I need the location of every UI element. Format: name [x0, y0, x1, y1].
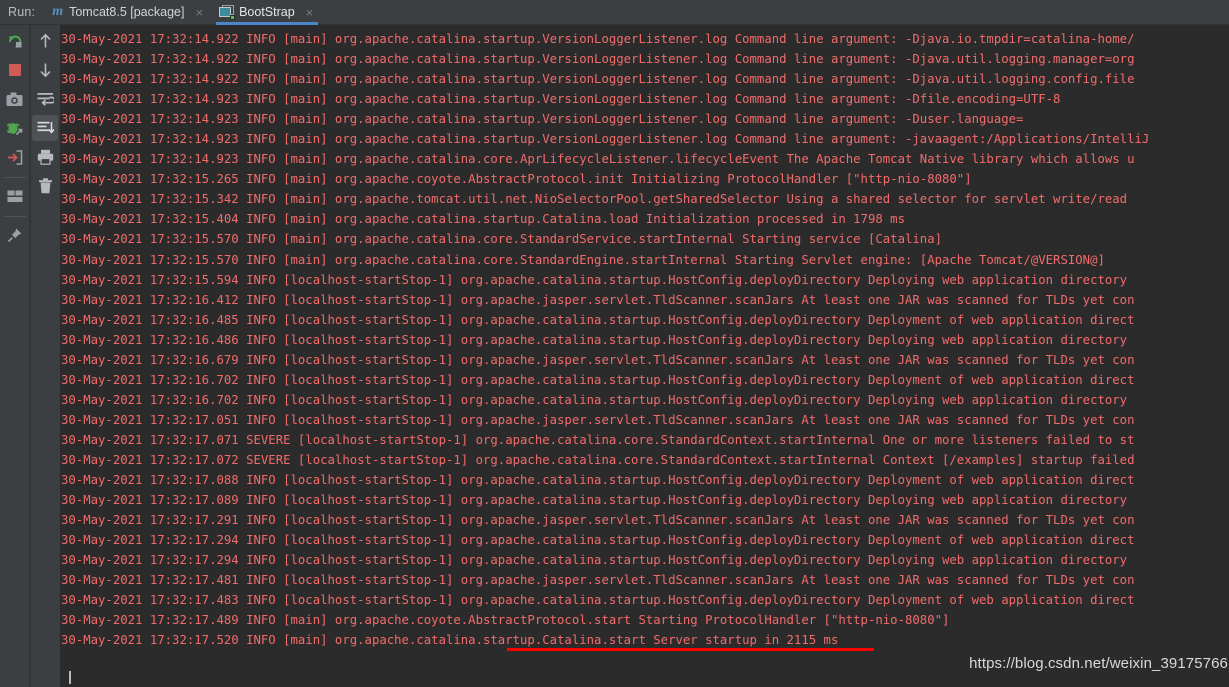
rerun-icon [8, 35, 21, 48]
scroll-to-end-icon [37, 121, 54, 134]
log-line: 30-May-2021 17:32:16.679 INFO [localhost… [61, 352, 1135, 367]
log-line: 30-May-2021 17:32:17.291 INFO [localhost… [61, 513, 1135, 528]
log-line: 30-May-2021 17:32:15.342 INFO [main] org… [61, 192, 1128, 207]
log-line: 30-May-2021 17:32:14.923 INFO [main] org… [61, 152, 1135, 167]
maven-icon: m [52, 4, 64, 19]
log-line: 30-May-2021 17:32:14.922 INFO [main] org… [61, 72, 1135, 87]
exit-icon [7, 149, 22, 165]
up-stacktrace-button[interactable] [32, 28, 58, 54]
red-underline-annotation [507, 648, 874, 651]
trash-icon [38, 178, 52, 194]
log-line: 30-May-2021 17:32:16.486 INFO [localhost… [61, 332, 1128, 347]
print-button[interactable] [32, 144, 58, 170]
log-line: 30-May-2021 17:32:16.702 INFO [localhost… [61, 392, 1128, 407]
run-tab-bar: Run: m Tomcat8.5 [package] × BootStrap × [0, 0, 1229, 25]
log-line: 30-May-2021 17:32:14.923 INFO [main] org… [61, 92, 1061, 107]
watermark: https://blog.csdn.net/weixin_39175766 [969, 655, 1228, 672]
log-line: 30-May-2021 17:32:14.923 INFO [main] org… [61, 132, 1150, 147]
arrow-down-icon [39, 63, 51, 78]
log-line-list: 30-May-2021 17:32:14.922 INFO [main] org… [61, 25, 1149, 650]
log-line: 30-May-2021 17:32:15.570 INFO [main] org… [61, 232, 942, 247]
tab-bootstrap[interactable]: BootStrap × [212, 0, 322, 25]
log-line: 30-May-2021 17:32:16.412 INFO [localhost… [61, 292, 1135, 307]
pin-button[interactable] [2, 222, 28, 248]
camera-icon [6, 92, 23, 106]
log-line: 30-May-2021 17:32:15.594 INFO [localhost… [61, 272, 1128, 287]
log-line: 30-May-2021 17:32:15.570 INFO [main] org… [61, 252, 1105, 267]
down-stacktrace-button[interactable] [32, 57, 58, 83]
console-caret [69, 671, 71, 684]
run-config-icon [219, 5, 236, 20]
clear-all-button[interactable] [32, 173, 58, 199]
close-icon[interactable]: × [304, 6, 316, 19]
scroll-to-end-button[interactable] [32, 115, 58, 141]
tab-tomcat85-package[interactable]: m Tomcat8.5 [package] × [45, 0, 212, 25]
tab-label: Tomcat8.5 [package] [69, 5, 185, 19]
print-icon [37, 149, 53, 165]
log-line: 30-May-2021 17:32:17.294 INFO [localhost… [61, 553, 1128, 568]
soft-wrap-icon [37, 93, 54, 106]
soft-wrap-button[interactable] [32, 86, 58, 112]
log-line: 30-May-2021 17:32:17.294 INFO [localhost… [61, 533, 1135, 548]
log-line: 30-May-2021 17:32:15.404 INFO [main] org… [61, 212, 905, 227]
log-line: 30-May-2021 17:32:14.922 INFO [main] org… [61, 52, 1135, 67]
debug-icon [6, 123, 23, 136]
stop-button[interactable] [2, 57, 28, 83]
console-actions-toolbar [30, 25, 59, 687]
exit-button[interactable] [2, 144, 28, 170]
log-line: 30-May-2021 17:32:17.051 INFO [localhost… [61, 412, 1135, 427]
log-line: 30-May-2021 17:32:17.481 INFO [localhost… [61, 573, 1135, 588]
log-line: 30-May-2021 17:32:16.702 INFO [localhost… [61, 372, 1135, 387]
debug-button[interactable] [2, 115, 28, 141]
log-line: 30-May-2021 17:32:17.089 INFO [localhost… [61, 493, 1128, 508]
log-line: 30-May-2021 17:32:16.485 INFO [localhost… [61, 312, 1135, 327]
run-label: Run: [8, 5, 36, 19]
toolbar-divider [3, 216, 26, 217]
run-actions-toolbar [0, 25, 29, 687]
screenshot-button[interactable] [2, 86, 28, 112]
log-line: 30-May-2021 17:32:17.072 SEVERE [localho… [61, 452, 1135, 467]
log-line: 30-May-2021 17:32:17.071 SEVERE [localho… [61, 432, 1135, 447]
log-line: 30-May-2021 17:32:14.922 INFO [main] org… [61, 32, 1135, 46]
log-line: 30-May-2021 17:32:17.483 INFO [localhost… [61, 593, 1135, 608]
log-line: 30-May-2021 17:32:17.489 INFO [main] org… [61, 613, 950, 628]
toolbar-divider [3, 177, 26, 178]
console-output[interactable]: 30-May-2021 17:32:14.922 INFO [main] org… [61, 25, 1229, 687]
run-tool-window: Run: m Tomcat8.5 [package] × BootStrap × [0, 0, 1229, 687]
layout-button[interactable] [2, 183, 28, 209]
rerun-button[interactable] [2, 28, 28, 54]
pin-icon [7, 228, 21, 243]
log-line: 30-May-2021 17:32:17.088 INFO [localhost… [61, 473, 1135, 488]
close-icon[interactable]: × [193, 6, 205, 19]
console-toolbars [0, 25, 60, 687]
log-line: 30-May-2021 17:32:14.923 INFO [main] org… [61, 112, 1024, 127]
layout-icon [7, 190, 22, 202]
tab-label: BootStrap [239, 5, 295, 19]
log-line: 30-May-2021 17:32:15.265 INFO [main] org… [61, 172, 972, 187]
arrow-up-icon [39, 33, 51, 48]
stop-icon [8, 64, 21, 76]
